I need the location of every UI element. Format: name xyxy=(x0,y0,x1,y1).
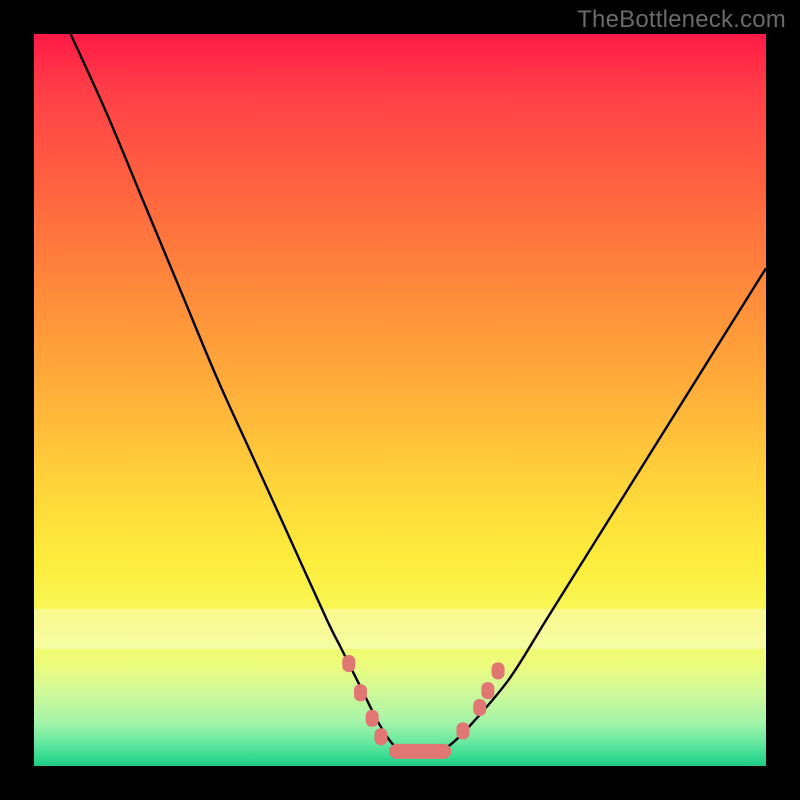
left-dots xyxy=(354,684,367,701)
plot-area xyxy=(34,34,766,766)
left-dots xyxy=(342,655,355,672)
chart-svg xyxy=(34,34,766,766)
left-dots xyxy=(366,710,379,727)
chart-frame: TheBottleneck.com xyxy=(0,0,800,800)
curve-markers xyxy=(342,655,504,759)
right-dots xyxy=(492,662,505,679)
right-dots xyxy=(473,699,486,716)
right-dots xyxy=(456,722,469,739)
left-dots xyxy=(374,728,387,745)
watermark-text: TheBottleneck.com xyxy=(577,6,786,34)
bottom-pill xyxy=(389,744,451,759)
right-dots xyxy=(481,682,494,699)
bottleneck-curve xyxy=(71,34,766,752)
